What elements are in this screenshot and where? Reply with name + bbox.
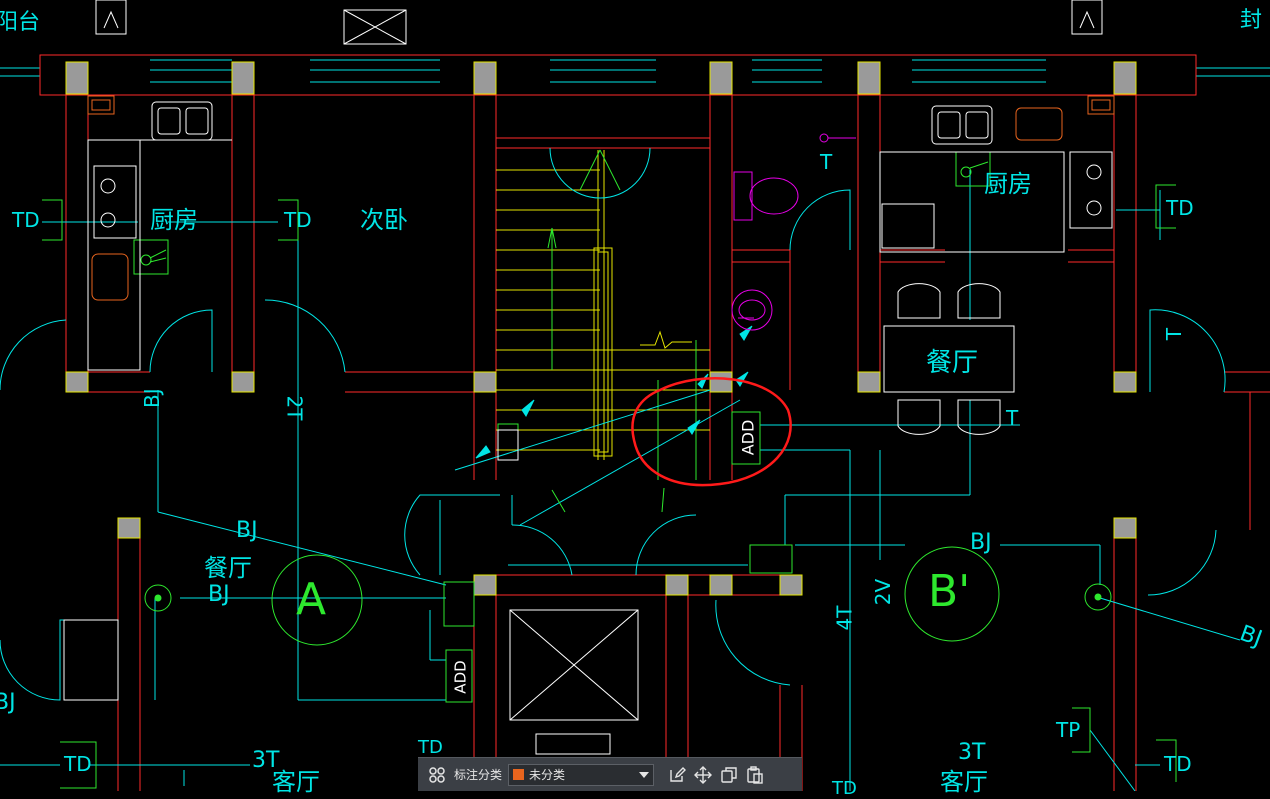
- copy-icon[interactable]: [716, 762, 742, 788]
- td-label: TD: [1166, 196, 1194, 220]
- annotation-circle[interactable]: [631, 377, 792, 487]
- walls: [39, 54, 1270, 791]
- grid-icon[interactable]: [424, 762, 450, 788]
- category-label: 标注分类: [454, 768, 503, 782]
- category-select[interactable]: 未分类: [508, 763, 655, 786]
- tp-label: TP: [1056, 718, 1081, 742]
- riser-label-2v: 2V: [871, 578, 896, 606]
- room-label-seal: 封: [1240, 8, 1263, 33]
- riser-label-3t: 3T: [958, 740, 986, 765]
- riser-label-4t: 4T: [832, 605, 857, 631]
- category-color-swatch: [513, 769, 525, 780]
- room-label-dining-right: 餐厅: [926, 348, 979, 378]
- room-label-living-right: 客厅: [940, 768, 988, 796]
- edit-icon[interactable]: [664, 762, 690, 788]
- bathroom-fixtures: [731, 133, 856, 331]
- electrical-wiring: [0, 170, 1241, 791]
- move-icon[interactable]: [690, 762, 716, 788]
- room-label-balcony: 阳台: [0, 10, 41, 35]
- bj-label: BJ: [140, 388, 164, 408]
- add-label: ADD: [738, 419, 758, 456]
- axis-label-a: A: [296, 574, 327, 625]
- riser-label-2t: 2T: [282, 395, 307, 421]
- add-label: ADD: [451, 660, 470, 694]
- bj-label: BJ: [0, 690, 16, 715]
- chevron-down-icon: [639, 768, 650, 782]
- room-label-kitchen-right: 厨房: [984, 170, 1032, 198]
- riser-label-3t: 3T: [252, 748, 280, 773]
- room-label-kitchen-left: 厨房: [150, 206, 198, 234]
- riser-label-t: T: [1006, 406, 1019, 430]
- cad-drawing-canvas[interactable]: [0, 0, 1270, 791]
- room-label-dining-left: 餐厅: [204, 554, 252, 582]
- td-label: TD: [284, 208, 312, 232]
- room-label-second-bedroom: 次卧: [360, 206, 408, 234]
- electrical-symbols: [42, 151, 1177, 789]
- td-label: TD: [832, 778, 857, 799]
- riser-label-t: T: [1162, 327, 1187, 341]
- annotation-toolbar: 标注分类 未分类: [418, 757, 802, 791]
- structural-columns: [65, 61, 1137, 596]
- category-value: 未分类: [529, 768, 566, 782]
- bj-label: BJ: [208, 582, 230, 607]
- paste-icon[interactable]: [742, 762, 768, 788]
- td-label: TD: [1164, 752, 1192, 776]
- bj-label: BJ: [236, 518, 258, 543]
- stair-treads: [496, 150, 710, 460]
- td-label: TD: [64, 752, 92, 776]
- td-label: TD: [12, 208, 40, 232]
- riser-label-t: T: [820, 150, 833, 174]
- axis-label-b: B': [928, 566, 971, 617]
- exterior-window-lines: [0, 59, 1270, 83]
- td-label: TD: [418, 737, 443, 758]
- bj-label: BJ: [970, 530, 992, 555]
